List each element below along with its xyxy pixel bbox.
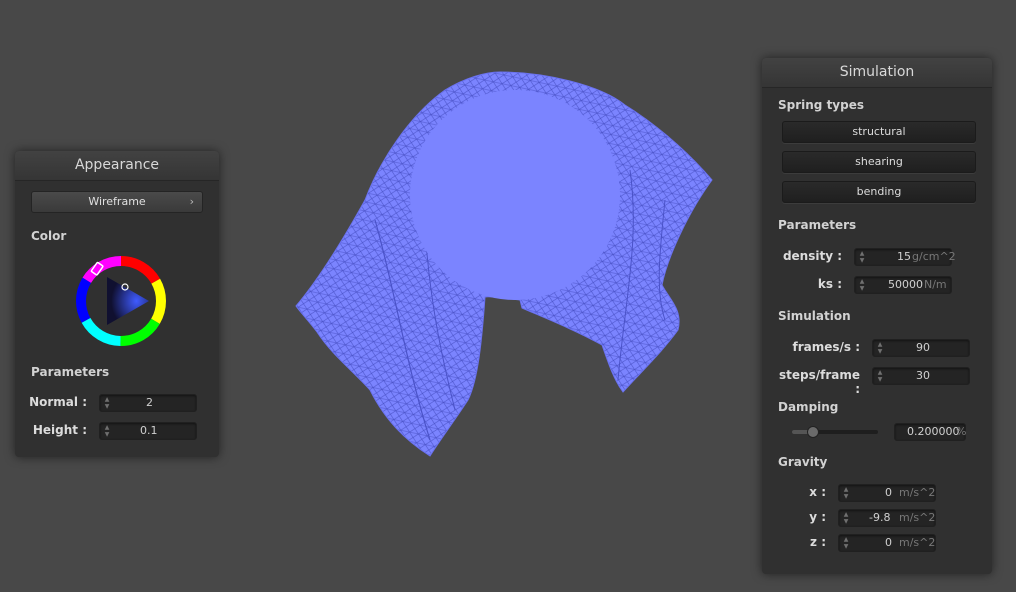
chevron-right-icon: › [189, 195, 194, 208]
color-section-label: Color [31, 229, 67, 243]
density-input[interactable]: ▲ ▼ 15 g/cm^2 [854, 248, 956, 266]
damping-slider-knob[interactable] [806, 426, 819, 438]
steps-label: steps/frame : [778, 368, 860, 396]
shading-mode-button[interactable]: Wireframe › [31, 191, 203, 213]
density-label: density : [782, 249, 842, 263]
ks-unit: N/m [924, 278, 947, 291]
ks-value: 50000 [888, 278, 923, 291]
damping-unit: % [956, 425, 967, 438]
gravity-z-input[interactable]: ▲ ▼ 0 m/s^2 [838, 534, 936, 552]
spinner-icon[interactable]: ▲ ▼ [104, 396, 110, 410]
steps-input[interactable]: ▲ ▼ 30 [872, 367, 970, 385]
gravity-x-label: x : [809, 485, 826, 499]
fps-input[interactable]: ▲ ▼ 90 [872, 339, 970, 357]
height-value: 0.1 [140, 424, 158, 437]
height-input[interactable]: ▲ ▼ 0.1 [99, 422, 197, 440]
simulation-title[interactable]: Simulation [762, 58, 992, 88]
normal-value: 2 [146, 396, 153, 409]
spinner-icon[interactable]: ▲ ▼ [859, 250, 865, 264]
spinner-icon[interactable]: ▲ ▼ [877, 369, 883, 383]
density-unit: g/cm^2 [912, 250, 956, 263]
fps-value: 90 [916, 341, 930, 354]
gravity-y-label: y : [809, 510, 826, 524]
damping-label: Damping [778, 400, 839, 414]
spinner-icon[interactable]: ▲ ▼ [843, 486, 849, 500]
appearance-panel: Appearance Wireframe › Color Parameters … [15, 151, 219, 457]
ks-input[interactable]: ▲ ▼ 50000 N/m [854, 276, 952, 294]
ks-label: ks : [817, 277, 842, 291]
height-label: Height : [32, 423, 87, 437]
gravity-y-value: -9.8 [869, 511, 891, 524]
gravity-z-value: 0 [885, 536, 892, 549]
shearing-button[interactable]: shearing [782, 151, 976, 173]
gravity-z-label: z : [810, 535, 826, 549]
spinner-icon[interactable]: ▲ ▼ [859, 278, 865, 292]
damping-value: 0.200000 [907, 425, 960, 438]
normal-label: Normal : [29, 395, 87, 409]
spinner-icon[interactable]: ▲ ▼ [104, 424, 110, 438]
shading-mode-label: Wireframe [88, 195, 146, 208]
steps-value: 30 [916, 369, 930, 382]
damping-slider[interactable] [792, 426, 878, 438]
damping-input[interactable]: 0.200000 % [894, 423, 966, 441]
gravity-z-unit: m/s^2 [899, 536, 936, 549]
gravity-label: Gravity [778, 455, 828, 469]
spinner-icon[interactable]: ▲ ▼ [843, 511, 849, 525]
spring-types-label: Spring types [778, 98, 865, 112]
appearance-title[interactable]: Appearance [15, 151, 219, 181]
gravity-x-unit: m/s^2 [899, 486, 936, 499]
spinner-icon[interactable]: ▲ ▼ [843, 536, 849, 550]
bending-button[interactable]: bending [782, 181, 976, 203]
spinner-icon[interactable]: ▲ ▼ [877, 341, 883, 355]
sphere [410, 90, 620, 300]
normal-input[interactable]: ▲ ▼ 2 [99, 394, 197, 412]
gravity-y-input[interactable]: ▲ ▼ -9.8 m/s^2 [838, 509, 936, 527]
appearance-parameters-label: Parameters [31, 365, 110, 379]
sim-parameters-label: Parameters [778, 218, 857, 232]
fps-label: frames/s : [792, 340, 860, 354]
gravity-y-unit: m/s^2 [899, 511, 936, 524]
density-value: 15 [897, 250, 911, 263]
simulation-panel: Simulation Spring types structural shear… [762, 58, 992, 574]
gravity-x-input[interactable]: ▲ ▼ 0 m/s^2 [838, 484, 936, 502]
gravity-x-value: 0 [885, 486, 892, 499]
color-wheel[interactable] [75, 255, 167, 347]
structural-button[interactable]: structural [782, 121, 976, 143]
simulation-section-label: Simulation [778, 309, 851, 323]
